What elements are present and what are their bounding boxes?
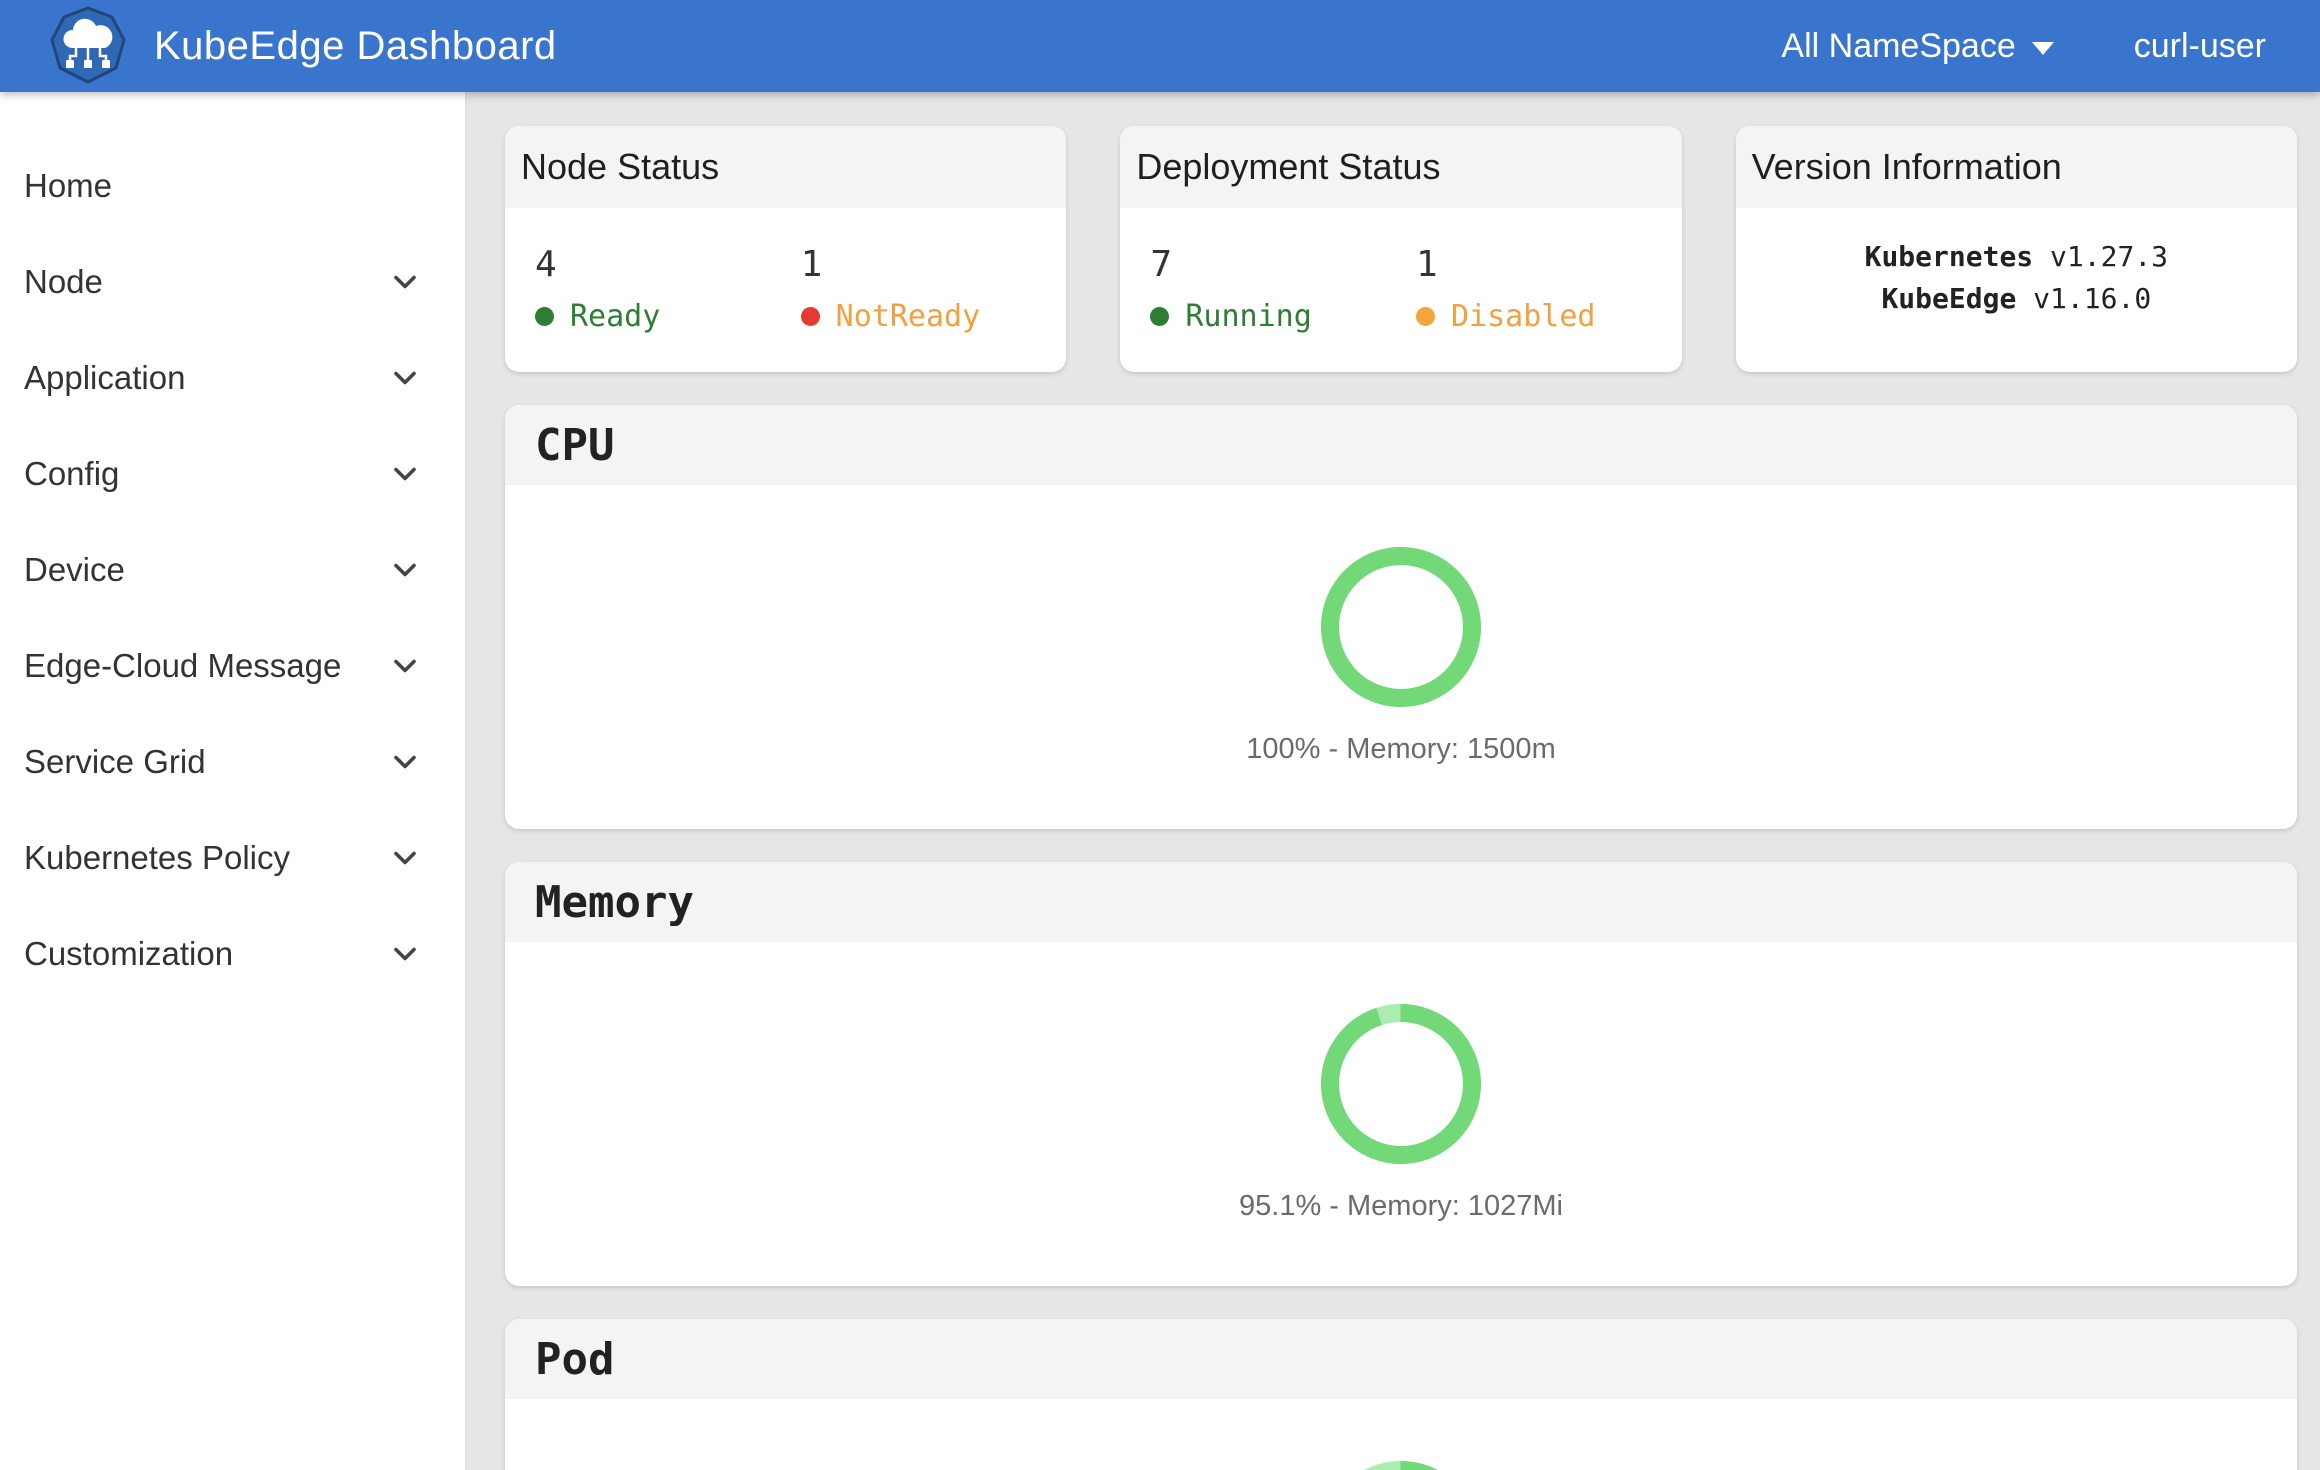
status-dot-green (535, 307, 554, 326)
memory-donut-chart (1311, 994, 1491, 1174)
chevron-down-icon (387, 840, 423, 876)
cpu-donut-chart (1311, 537, 1491, 717)
deployment-disabled-label: Disabled (1451, 299, 1596, 334)
sidebar-item-device[interactable]: Device (0, 522, 465, 618)
sidebar-item-kubernetes-policy[interactable]: Kubernetes Policy (0, 810, 465, 906)
sidebar-item-node[interactable]: Node (0, 234, 465, 330)
status-dot-green (1150, 307, 1169, 326)
deployment-running-count: 7 (1150, 244, 1416, 285)
deployment-running-label: Running (1185, 299, 1311, 334)
sidebar-item-customization[interactable]: Customization (0, 906, 465, 1002)
namespace-selector[interactable]: All NameSpace (1781, 27, 2053, 66)
sidebar-item-config[interactable]: Config (0, 426, 465, 522)
memory-donut-label: 95.1% - Memory: 1027Mi (1239, 1190, 1563, 1223)
sidebar-item-application[interactable]: Application (0, 330, 465, 426)
main-content: Node Status 4 Ready 1 NotReady (467, 92, 2320, 1470)
chevron-down-icon (387, 744, 423, 780)
deployment-disabled-metric: 1 Disabled (1416, 244, 1682, 334)
user-menu[interactable]: curl-user (2134, 27, 2266, 66)
sidebar-item-edge-cloud-message[interactable]: Edge-Cloud Message (0, 618, 465, 714)
status-dot-red (801, 307, 820, 326)
kubeedge-logo-icon (44, 2, 132, 90)
sidebar-item-home[interactable]: Home (0, 138, 465, 234)
chevron-down-icon (387, 936, 423, 972)
kubernetes-version: Kubernetes v1.27.3 (1736, 236, 2297, 278)
chevron-down-icon (387, 360, 423, 396)
node-notready-label: NotReady (836, 299, 981, 334)
node-status-title: Node Status (505, 126, 1066, 208)
chevron-down-icon (387, 648, 423, 684)
pod-donut-chart (1311, 1451, 1491, 1470)
node-notready-metric: 1 NotReady (801, 244, 1067, 334)
node-ready-metric: 4 Ready (535, 244, 801, 334)
pod-panel-title: Pod (505, 1319, 2297, 1399)
deployment-disabled-count: 1 (1416, 244, 1682, 285)
version-information-card: Version Information Kubernetes v1.27.3 K… (1736, 126, 2297, 372)
chevron-down-icon (387, 264, 423, 300)
kubeedge-version: KubeEdge v1.16.0 (1736, 278, 2297, 320)
chevron-down-icon (387, 552, 423, 588)
app-bar: KubeEdge Dashboard All NameSpace curl-us… (0, 0, 2320, 92)
memory-panel-title: Memory (505, 862, 2297, 942)
namespace-selector-label: All NameSpace (1781, 27, 2015, 66)
status-dot-orange (1416, 307, 1435, 326)
node-status-card: Node Status 4 Ready 1 NotReady (505, 126, 1066, 372)
deployment-running-metric: 7 Running (1150, 244, 1416, 334)
sidebar-item-service-grid[interactable]: Service Grid (0, 714, 465, 810)
deployment-status-card: Deployment Status 7 Running 1 Disable (1120, 126, 1681, 372)
sidebar: Home Node Application Config Device Edge… (0, 92, 467, 1470)
memory-panel: Memory 95.1% - Memory: 1027Mi (505, 862, 2297, 1286)
app-title: KubeEdge Dashboard (154, 24, 557, 69)
node-ready-count: 4 (535, 244, 801, 285)
cpu-panel-title: CPU (505, 405, 2297, 485)
node-notready-count: 1 (801, 244, 1067, 285)
deployment-status-title: Deployment Status (1120, 126, 1681, 208)
version-information-title: Version Information (1736, 126, 2297, 208)
cpu-donut-label: 100% - Memory: 1500m (1246, 733, 1555, 766)
chevron-down-icon (387, 456, 423, 492)
pod-panel: Pod (505, 1319, 2297, 1470)
node-ready-label: Ready (570, 299, 660, 334)
cpu-panel: CPU 100% - Memory: 1500m (505, 405, 2297, 829)
caret-down-icon (2032, 42, 2054, 55)
